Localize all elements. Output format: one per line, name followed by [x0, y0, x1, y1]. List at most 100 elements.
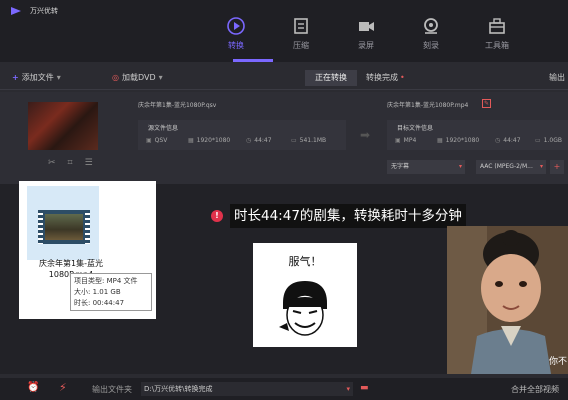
caption-text: 时长44:47的剧集，转换耗时十多分钟	[230, 204, 466, 228]
tab-compress[interactable]: 压缩	[271, 16, 331, 58]
tab-label: 压缩	[293, 41, 309, 50]
source-size-value: 541.1MB	[299, 137, 327, 144]
plus-icon: +	[12, 73, 19, 82]
tab-convert[interactable]: 转换	[206, 16, 266, 58]
tab-label: 录屏	[358, 41, 374, 50]
file-tooltip: 项目类型: MP4 文件 大小: 1.01 GB 时长: 00:44:47	[70, 273, 152, 311]
chevron-down-icon: ▾	[158, 73, 163, 82]
resolution-icon: ▦	[437, 137, 443, 144]
tab-record[interactable]: 录屏	[336, 16, 396, 58]
clock-icon: ◷	[495, 137, 501, 144]
chevron-down-icon: ▾	[56, 73, 61, 82]
merge-all-videos-label[interactable]: 合并全部视频	[511, 384, 559, 395]
output-format-label[interactable]: 输出	[549, 72, 565, 83]
edit-icon[interactable]: ✎	[482, 99, 491, 108]
target-info-box: 目标文件信息 ▣ MP4 ▦ 1920*1080 ◷ 44:47 ▭ 1.0GB	[387, 120, 568, 150]
lightning-icon[interactable]: ⚡	[59, 381, 69, 395]
crop-icon[interactable]: ⌗	[68, 158, 73, 168]
meme-sticker: 服气！	[253, 243, 357, 347]
source-size: ▭ 541.1MB	[291, 137, 326, 144]
cut-icon[interactable]: ✂	[48, 158, 56, 168]
chevron-down-icon: ▾	[539, 163, 543, 170]
subtitle-value: 无字幕	[391, 163, 410, 170]
folder-icon: ▭	[535, 137, 541, 144]
burn-icon	[424, 18, 438, 34]
file-tile[interactable]: 庆余年第1集-蓝光1080P.mp4	[27, 186, 103, 279]
exclamation-icon: !	[211, 210, 223, 222]
dvd-icon: ◎	[112, 73, 119, 82]
add-file-button[interactable]: + 添加文件 ▾	[12, 72, 61, 83]
toolbar: + 添加文件 ▾ ◎ 加载DVD ▾ 正在转换 转换完成 • 输出	[0, 66, 568, 90]
video-thumbnail[interactable]	[28, 102, 98, 150]
tab-done-label: 转换完成	[366, 73, 398, 82]
target-duration-value: 44:47	[503, 137, 521, 144]
arrow-right-icon: ➡	[360, 128, 371, 142]
load-dvd-label: 加载DVD	[121, 73, 156, 82]
video-preview[interactable]: 你不	[447, 226, 568, 374]
tab-toolbox[interactable]: 工具箱	[467, 16, 527, 58]
toolbox-icon	[489, 18, 505, 34]
meme-face-icon	[279, 281, 327, 336]
tab-label: 工具箱	[485, 41, 509, 50]
alarm-clock-icon[interactable]: ⏰	[27, 382, 41, 396]
tab-label: 刻录	[423, 41, 439, 50]
add-audio-button[interactable]: +	[550, 160, 564, 174]
add-file-label: 添加文件	[21, 73, 54, 82]
thumbnail-tools: ✂ ⌗ ☰	[48, 158, 108, 168]
explorer-file-card: 庆余年第1集-蓝光1080P.mp4 项目类型: MP4 文件 大小: 1.01…	[19, 181, 156, 319]
audio-value: AAC (MPEG-2/M...	[480, 163, 533, 170]
tab-done[interactable]: 转换完成 •	[366, 70, 405, 86]
new-dot-icon: •	[400, 73, 405, 82]
app-logo-icon	[11, 7, 21, 15]
file-row: ✂ ⌗ ☰ 庆余年第1集-蓝光1080P.qsv 源文件信息 ▣ QSV ▦ 1920*…	[0, 92, 568, 184]
settings-sliders-icon[interactable]: ☰	[85, 158, 93, 168]
source-info-title: 源文件信息	[148, 125, 179, 132]
tooltip-type: 项目类型: MP4 文件	[74, 277, 138, 285]
target-resolution: ▦ 1920*1080	[437, 137, 479, 144]
target-size-value: 1.0GB	[543, 137, 562, 144]
tab-burn[interactable]: 刻录	[401, 16, 461, 58]
convert-icon	[227, 17, 245, 35]
target-filename: 庆余年第1集-蓝光1080P.mp4	[387, 102, 469, 109]
meme-text: 服气！	[288, 255, 322, 268]
format-icon: ▣	[146, 137, 152, 144]
target-info-title: 目标文件信息	[397, 125, 434, 132]
target-format-value: MP4	[403, 137, 417, 144]
source-format-value: QSV	[154, 137, 168, 144]
tab-converting[interactable]: 正在转换	[305, 70, 357, 86]
chevron-down-icon: ▾	[346, 385, 350, 393]
audio-select[interactable]: AAC (MPEG-2/M... ▾	[476, 160, 546, 174]
subtitle-select[interactable]: 无字幕 ▾	[387, 160, 465, 174]
output-path-select[interactable]: D:\万兴优转\转换完成 ▾	[141, 382, 353, 396]
source-info-box: 源文件信息 ▣ QSV ▦ 1920*1080 ◷ 44:47 ▭ 541.1MB	[138, 120, 346, 150]
video-file-icon	[38, 210, 90, 244]
target-duration: ◷ 44:47	[495, 137, 521, 144]
target-size: ▭ 1.0GB	[535, 137, 562, 144]
source-resolution: ▦ 1920*1080	[188, 137, 230, 144]
child-portrait	[447, 226, 568, 374]
tooltip-size: 大小: 1.01 GB	[74, 288, 121, 296]
source-filename: 庆余年第1集-蓝光1080P.qsv	[138, 102, 217, 109]
tab-label: 转换	[228, 41, 244, 50]
source-duration-value: 44:47	[254, 137, 272, 144]
bottom-bar: ⏰ ⚡ 输出文件夹 D:\万兴优转\转换完成 ▾ ▬ 合并全部视频	[0, 378, 568, 400]
active-tab-indicator	[233, 59, 273, 62]
format-icon: ▣	[395, 137, 401, 144]
open-folder-icon[interactable]: ▬	[360, 383, 369, 393]
target-resolution-value: 1920*1080	[445, 137, 480, 144]
chevron-down-icon: ▾	[458, 163, 462, 170]
record-icon	[359, 22, 374, 31]
folder-icon: ▭	[291, 137, 297, 144]
source-duration: ◷ 44:47	[246, 137, 272, 144]
compress-icon	[294, 18, 308, 34]
load-dvd-button[interactable]: ◎ 加载DVD ▾	[112, 72, 163, 83]
source-format: ▣ QSV	[146, 137, 167, 144]
top-bar: 万兴优转 转换 压缩 录屏 刻录 工具箱	[0, 0, 568, 62]
clock-icon: ◷	[246, 137, 252, 144]
output-folder-label: 输出文件夹	[92, 385, 132, 394]
output-path-value: D:\万兴优转\转换完成	[144, 385, 213, 393]
video-subtitle: 你不	[549, 357, 568, 367]
tooltip-duration: 时长: 00:44:47	[74, 299, 125, 307]
target-format: ▣ MP4	[395, 137, 416, 144]
resolution-icon: ▦	[188, 137, 194, 144]
